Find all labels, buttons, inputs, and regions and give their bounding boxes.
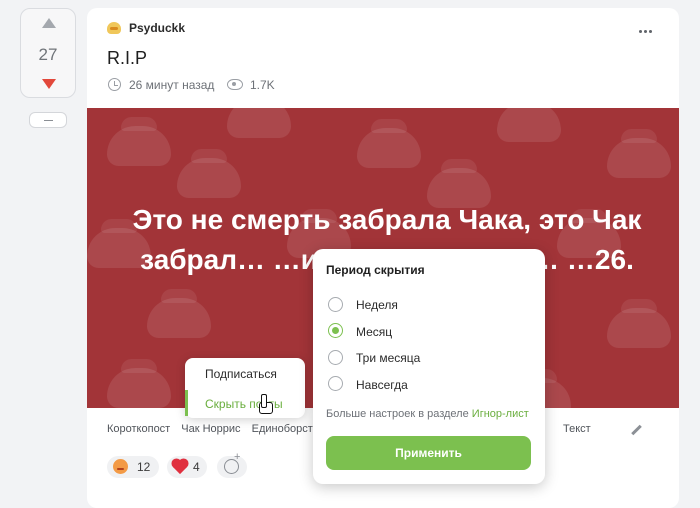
add-reaction-icon bbox=[224, 451, 240, 474]
popup-title: Период скрытия bbox=[326, 263, 425, 277]
radio-three-months[interactable] bbox=[328, 350, 343, 365]
tag[interactable]: Текст bbox=[563, 423, 591, 435]
subscribe-menu-item[interactable]: Подписаться bbox=[205, 367, 277, 381]
radio-label-three-months[interactable]: Три месяца bbox=[356, 351, 420, 365]
author-avatar-icon[interactable] bbox=[107, 22, 121, 34]
tag-list: Короткопост Чак Норрис Единоборст bbox=[107, 423, 321, 435]
upvote-arrow-icon[interactable] bbox=[42, 18, 56, 28]
settings-hint-text: Больше настроек в разделе bbox=[326, 408, 472, 420]
reaction-count: 4 bbox=[193, 460, 200, 474]
eye-icon bbox=[227, 79, 243, 90]
reaction-angry[interactable]: 12 bbox=[107, 456, 159, 478]
vote-count: 27 bbox=[38, 45, 58, 64]
radio-label-month[interactable]: Месяц bbox=[356, 325, 392, 339]
views-count: 1.7K bbox=[250, 78, 275, 92]
active-item-indicator bbox=[185, 390, 188, 416]
downvote-arrow-icon[interactable] bbox=[42, 79, 56, 89]
tag[interactable]: Единоборст bbox=[252, 423, 313, 435]
heart-icon bbox=[172, 459, 188, 475]
angry-face-emoji-icon bbox=[113, 459, 128, 474]
apply-button[interactable]: Применить bbox=[326, 436, 531, 470]
collapse-post-button[interactable] bbox=[29, 112, 67, 128]
author-name[interactable]: Psyduckk bbox=[129, 21, 185, 35]
radio-forever[interactable] bbox=[328, 376, 343, 391]
radio-label-week[interactable]: Неделя bbox=[356, 298, 398, 312]
reaction-count: 12 bbox=[137, 460, 151, 474]
post-time: 26 минут назад bbox=[129, 78, 215, 92]
post-context-menu: Подписаться Скрыть посты bbox=[185, 358, 305, 418]
add-reaction-button[interactable] bbox=[217, 451, 247, 478]
edit-tags-pencil-icon[interactable] bbox=[631, 424, 642, 436]
hide-period-popup: Период скрытия Неделя Месяц Три месяца Н… bbox=[313, 249, 545, 484]
clock-icon bbox=[108, 78, 121, 91]
post-title[interactable]: R.I.P bbox=[107, 48, 147, 69]
more-options-icon[interactable] bbox=[639, 30, 655, 34]
reaction-heart[interactable]: 4 bbox=[167, 456, 207, 478]
radio-week[interactable] bbox=[328, 297, 343, 312]
settings-hint: Больше настроек в разделе Игнор-лист bbox=[326, 408, 529, 420]
hand-cursor-icon bbox=[258, 394, 273, 414]
ignore-list-link[interactable]: Игнор-лист bbox=[472, 408, 529, 420]
radio-label-forever[interactable]: Навсегда bbox=[356, 378, 408, 392]
tag[interactable]: Чак Норрис bbox=[181, 423, 240, 435]
radio-month[interactable] bbox=[328, 323, 343, 338]
vote-panel: 27 bbox=[20, 8, 76, 98]
tag[interactable]: Короткопост bbox=[107, 423, 170, 435]
